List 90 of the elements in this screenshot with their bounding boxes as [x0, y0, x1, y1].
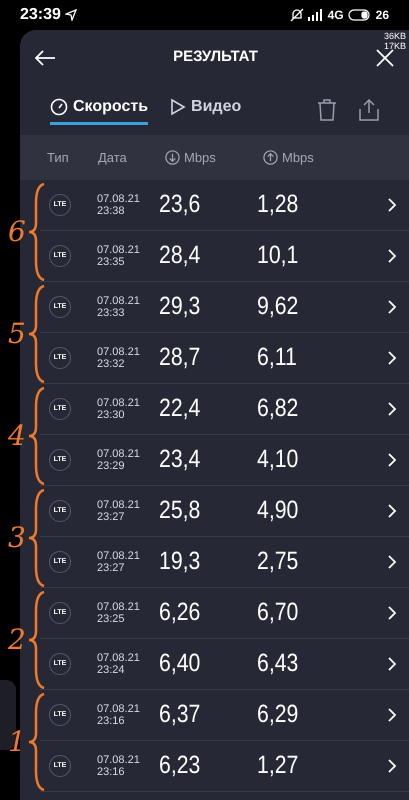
- tab[interactable]: Скорость: [50, 95, 148, 125]
- time-text: 23:24: [97, 664, 126, 676]
- trash-icon[interactable]: [317, 99, 337, 121]
- handwritten-number: 2: [8, 622, 27, 658]
- share-icon[interactable]: [359, 99, 379, 121]
- gauge-icon: [50, 98, 68, 116]
- date-text: 07.08.21: [97, 346, 141, 358]
- back-arrow-icon[interactable]: [34, 48, 56, 66]
- chevron-right-icon: [387, 503, 397, 519]
- network-label: 4G: [328, 7, 344, 24]
- upload-value: 6,43: [257, 648, 300, 680]
- upload-value: 6,82: [257, 393, 300, 424]
- date-text: 07.08.21: [97, 397, 141, 409]
- chevron-right-icon: [387, 401, 397, 417]
- chevron-right-icon: [387, 299, 397, 315]
- chevron-right-icon: [387, 197, 397, 213]
- download-value: 19,3: [159, 546, 202, 578]
- date-text: 07.08.21: [97, 652, 141, 664]
- download-speed: 36KB: [384, 31, 406, 41]
- date-text: 07.08.21: [97, 244, 141, 256]
- date-text: 07.08.21: [97, 754, 141, 766]
- upload-speed: 17KB: [384, 41, 406, 51]
- date-text: 07.08.21: [97, 601, 141, 613]
- upload-value: 10,1: [257, 240, 300, 272]
- time-text: 23:16: [97, 715, 126, 727]
- time-text: 23:38: [97, 205, 126, 217]
- download-value: 6,23: [159, 750, 202, 782]
- handwritten-number: 6: [8, 214, 27, 250]
- location-arrow-icon: [64, 9, 77, 21]
- download-value: 6,26: [159, 597, 202, 628]
- tab[interactable]: Видео: [170, 95, 242, 125]
- time-text: 23:25: [97, 613, 126, 625]
- download-value: 23,4: [159, 444, 202, 476]
- upload-value: 4,90: [257, 495, 300, 526]
- time-text: 23:32: [97, 358, 126, 370]
- download-value: 22,4: [159, 393, 202, 424]
- screen-title: РЕЗУЛЬТАТ: [173, 47, 258, 68]
- chevron-right-icon: [387, 605, 397, 621]
- download-value: 25,8: [159, 495, 202, 526]
- date-text: 07.08.21: [97, 550, 141, 562]
- chevron-right-icon: [387, 248, 397, 264]
- date-text: 07.08.21: [97, 448, 141, 460]
- chevron-right-icon: [387, 350, 397, 366]
- upload-value: 6,11: [257, 342, 298, 374]
- upload-value: 1,28: [257, 189, 300, 220]
- handwritten-number: 1: [8, 724, 27, 760]
- column-header: Mbps: [282, 148, 314, 167]
- battery-icon: [348, 9, 372, 21]
- upload-value: 6,29: [257, 699, 300, 730]
- download-value: 28,4: [159, 240, 202, 272]
- time-text: 23:30: [97, 409, 126, 421]
- chevron-right-icon: [387, 656, 397, 672]
- chevron-right-icon: [387, 758, 397, 774]
- time-text: 23:27: [97, 511, 126, 523]
- muted-bell-icon: [290, 8, 304, 22]
- clock: 23:39: [20, 5, 61, 25]
- column-header: Mbps: [184, 148, 216, 167]
- time-text: 23:27: [97, 562, 126, 574]
- download-value: 23,6: [159, 189, 202, 220]
- upload-value: 2,75: [257, 546, 300, 578]
- handwritten-number: 5: [8, 316, 27, 352]
- date-text: 07.08.21: [97, 703, 141, 715]
- play-icon: [170, 98, 186, 116]
- date-text: 07.08.21: [97, 499, 141, 511]
- time-text: 23:33: [97, 307, 126, 319]
- time-text: 23:29: [97, 460, 126, 472]
- upload-value: 1,27: [257, 750, 300, 782]
- column-header: Дата: [98, 148, 128, 167]
- upload-value: 6,70: [257, 597, 300, 628]
- column-header: Тип: [46, 148, 70, 167]
- download-value: 29,3: [159, 291, 202, 322]
- chevron-right-icon: [387, 554, 397, 570]
- upload-icon: [263, 150, 278, 165]
- date-text: 07.08.21: [97, 193, 141, 205]
- time-text: 23:16: [97, 766, 126, 778]
- battery-level: 26: [376, 7, 389, 24]
- download-value: 6,40: [159, 648, 202, 680]
- date-text: 07.08.21: [97, 295, 141, 307]
- handwritten-number: 4: [8, 418, 27, 454]
- download-icon: [165, 150, 180, 165]
- chevron-right-icon: [387, 452, 397, 468]
- signal-icon: [308, 9, 324, 21]
- handwritten-number: 3: [8, 520, 27, 556]
- close-icon[interactable]: [374, 48, 395, 68]
- chevron-right-icon: [387, 707, 397, 723]
- upload-value: 4,10: [257, 444, 300, 476]
- download-value: 6,37: [159, 699, 202, 730]
- upload-value: 9,62: [257, 291, 300, 322]
- download-value: 28,7: [159, 342, 202, 374]
- time-text: 23:35: [97, 256, 126, 268]
